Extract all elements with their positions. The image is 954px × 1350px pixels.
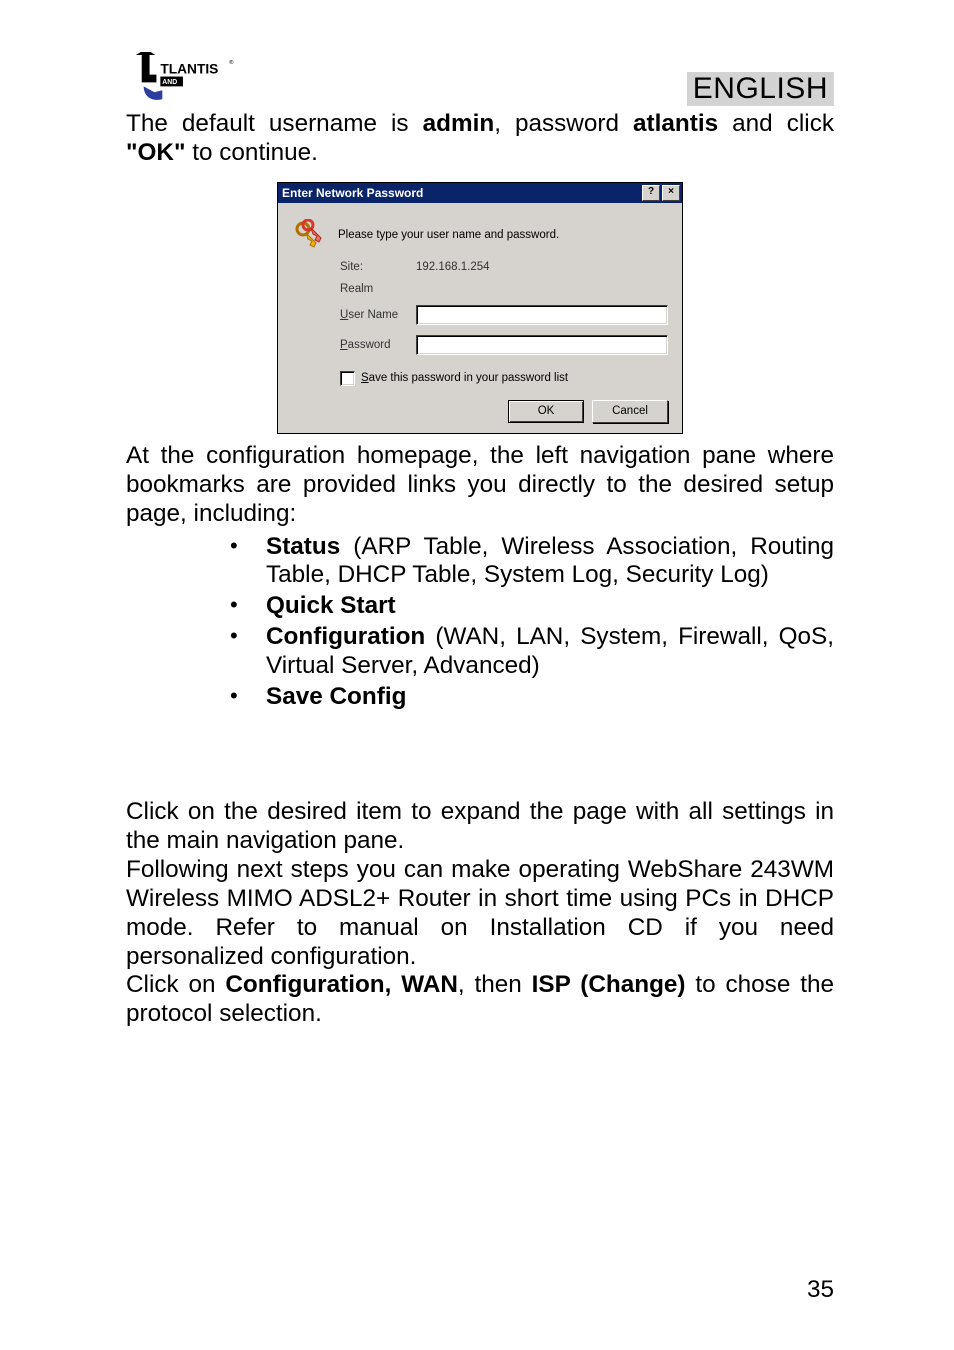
list-item-bold: Configuration xyxy=(266,623,425,650)
list-item: Configuration (WAN, LAN, System, Firewal… xyxy=(230,623,834,681)
list-item-bold: Save Config xyxy=(266,683,406,710)
save-password-label: Save this password in your password list xyxy=(361,372,568,384)
help-button[interactable]: ? xyxy=(642,185,660,201)
list-item: Save Config xyxy=(230,683,834,712)
password-input[interactable] xyxy=(416,335,668,355)
text: to continue. xyxy=(186,139,318,166)
list-item-bold: Status xyxy=(266,533,340,560)
cancel-button[interactable]: Cancel xyxy=(592,400,668,423)
feature-list: Status (ARP Table, Wireless Association,… xyxy=(126,533,834,712)
list-item-bold: Quick Start xyxy=(266,592,396,619)
intro-paragraph: The default username is admin, password … xyxy=(126,110,834,168)
dialog-title: Enter Network Password xyxy=(282,185,423,201)
username-input[interactable] xyxy=(416,305,668,325)
save-password-checkbox[interactable] xyxy=(340,371,355,386)
paragraph: At the configuration homepage, the left … xyxy=(126,442,834,529)
svg-text:AND: AND xyxy=(162,79,177,86)
dialog-prompt: Please type your user name and password. xyxy=(338,229,559,241)
site-label: Site: xyxy=(340,261,416,273)
password-label: Password xyxy=(340,339,416,351)
site-value: 192.168.1.254 xyxy=(416,261,490,273)
close-button[interactable]: × xyxy=(662,185,680,201)
paragraph: Click on the desired item to expand the … xyxy=(126,798,834,856)
auth-dialog: Enter Network Password ? × xyxy=(277,182,683,434)
username-label: User Name xyxy=(340,309,416,321)
keys-icon xyxy=(292,219,324,251)
realm-label: Realm xyxy=(340,283,416,295)
list-item: Quick Start xyxy=(230,592,834,621)
svg-text:®: ® xyxy=(229,59,234,66)
text-bold: admin xyxy=(423,110,495,137)
text-bold: atlantis xyxy=(633,110,718,137)
page-number: 35 xyxy=(807,1276,834,1304)
text-bold: "OK" xyxy=(126,139,186,166)
text-bold: Configuration, WAN xyxy=(225,971,458,998)
list-item: Status (ARP Table, Wireless Association,… xyxy=(230,533,834,591)
dialog-titlebar: Enter Network Password ? × xyxy=(278,183,682,203)
text: The default username is xyxy=(126,110,423,137)
ok-button[interactable]: OK xyxy=(508,400,584,423)
language-label: ENGLISH xyxy=(687,72,834,106)
paragraph: Click on Configuration, WAN, then ISP (C… xyxy=(126,971,834,1029)
svg-text:TLANTIS: TLANTIS xyxy=(160,62,218,77)
text-bold: ISP (Change) xyxy=(532,971,686,998)
text: , password xyxy=(494,110,633,137)
text: and click xyxy=(718,110,834,137)
paragraph: Following next steps you can make operat… xyxy=(126,856,834,972)
text: , then xyxy=(458,971,532,998)
brand-logo: TLANTIS ® AND xyxy=(126,52,234,106)
text: Click on xyxy=(126,971,225,998)
list-item-rest: (ARP Table, Wireless Association, Routin… xyxy=(266,533,834,589)
